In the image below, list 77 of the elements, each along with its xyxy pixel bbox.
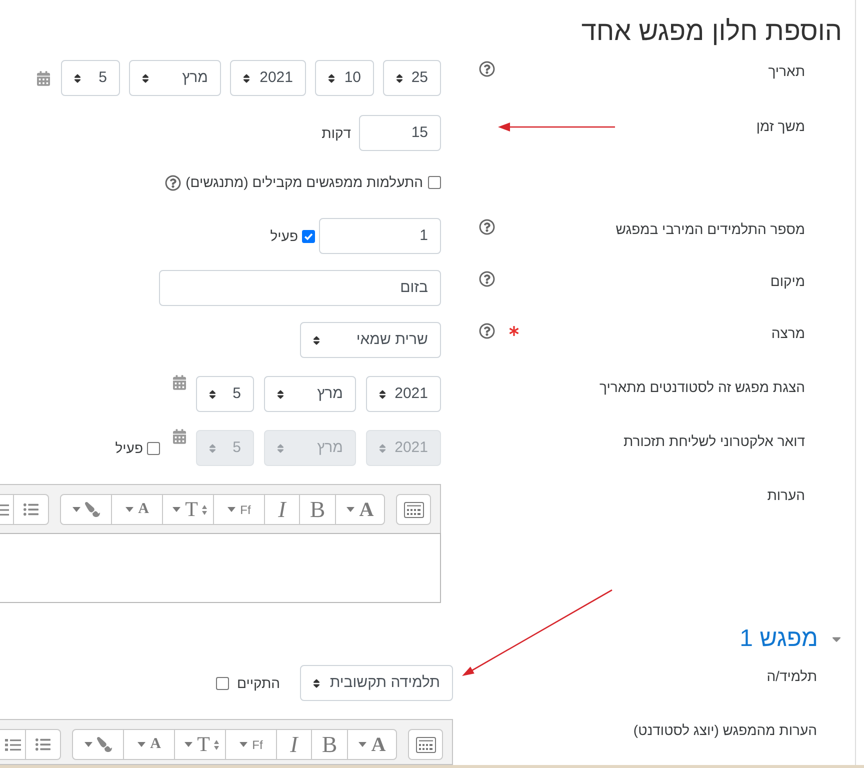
field-label: הערות [767,486,805,505]
checkbox-label: התעלמות ממפגשים מקבילים (מתנגשים) [186,173,423,192]
field-label: מיקום [770,272,805,291]
toolbar-button[interactable]: B [311,730,347,759]
checkbox[interactable] [428,176,441,189]
page-title: הוספת חלון מפגש אחד [581,15,842,48]
up-down-arrows-icon [202,504,207,514]
dropdown[interactable]: מרץ [264,376,356,412]
sort-icon [328,72,335,84]
sort-icon [313,678,320,688]
dropdown[interactable]: 2021 [230,60,306,96]
toolbar-button[interactable]: I [264,495,299,524]
field-label: מרצה [771,324,805,343]
toolbar-button[interactable]: T [174,730,225,759]
dropdown[interactable]: 5 [61,60,120,96]
checkbox[interactable] [216,676,229,690]
calendar-icon[interactable] [173,375,186,390]
text-field[interactable]: 15 [359,115,441,151]
toolbar-button[interactable]: T [162,495,213,524]
checkbox-label: פעיל [115,438,143,458]
toolbar-button[interactable]: Ff [225,730,276,759]
sort-icon [209,442,216,454]
sort-icon [313,334,320,346]
toolbar-button[interactable]: I [276,730,311,759]
field-label: משך זמן [756,117,805,136]
checkmark-icon [303,230,314,242]
dropdown[interactable]: 2021 [366,376,441,412]
bullet-list-icon [23,502,39,517]
field-label: תאריך [768,62,805,81]
sort-icon [209,388,216,400]
toolbar-button[interactable]: A [347,730,396,759]
sort-icon [396,72,403,84]
field-label: תלמיד/ה [766,667,817,686]
paintbrush-icon [85,502,100,517]
dropdown[interactable]: תלמידה תקשובית [300,665,453,701]
dropdown[interactable]: שרית שמאי [300,322,441,358]
field-label: הערות מהמפגש (יוצג לסטודנט) [633,721,817,740]
list-icon [5,738,21,750]
calendar-icon[interactable] [37,70,50,86]
help-icon[interactable] [479,271,495,287]
dropdown[interactable]: 25 [383,60,441,96]
help-icon[interactable] [164,174,181,190]
bullet-list-icon [35,737,51,752]
toolbar-button[interactable]: A [123,730,174,759]
field-label: דואר אלקטרוני לשליחת תזכורת [623,432,805,451]
sort-icon [277,442,284,454]
checkbox-label: התקיים [236,674,280,693]
dropdown[interactable]: 10 [315,60,374,96]
list-icon [0,504,9,516]
paintbrush-icon [97,737,112,752]
toolbar-button[interactable]: B [299,495,335,524]
sort-icon [142,72,149,84]
sort-icon [379,388,386,400]
help-icon[interactable] [479,61,495,77]
toolbar-button[interactable]: A [335,495,384,524]
text-field[interactable]: בזום [159,270,441,306]
field-label: מספר התלמידים המירבי במפגש [616,220,805,239]
dropdown[interactable]: מרץ [129,60,221,96]
keyboard-icon [404,502,424,518]
help-icon[interactable] [479,323,495,339]
text-field[interactable]: 1 [319,218,441,254]
dropdown[interactable]: 5 [196,376,254,412]
sort-icon [277,388,284,400]
toolbar-button[interactable]: Ff [213,495,264,524]
checkbox[interactable] [302,230,315,242]
field-label: הצגת מפגש זה לסטודנטים מתאריך [600,378,805,397]
checkbox-label: פעיל [270,226,298,246]
sort-icon [379,442,386,454]
sort-icon [74,72,81,84]
sort-icon [243,72,250,84]
toolbar-button[interactable]: A [111,495,162,524]
up-down-arrows-icon [214,740,219,750]
help-icon[interactable] [479,219,495,235]
keyboard-icon [416,736,436,752]
unit-label: דקות [322,124,351,143]
calendar-icon[interactable] [173,429,186,444]
section-title[interactable]: מפגש 1 [740,625,818,653]
